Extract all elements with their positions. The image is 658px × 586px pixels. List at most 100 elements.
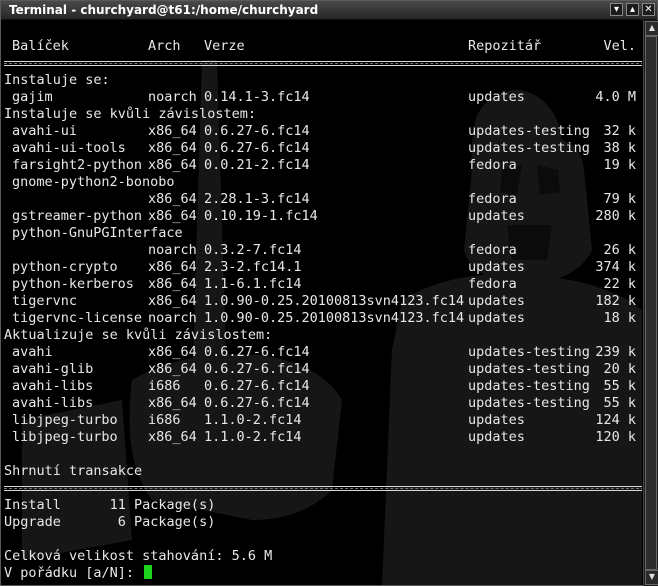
- package-repo: fedora: [468, 276, 517, 292]
- package-arch: x86_64: [148, 191, 197, 207]
- header-arch: Arch: [148, 38, 181, 54]
- scroll-down-button[interactable]: ▼: [645, 570, 658, 585]
- package-arch: x86_64: [148, 429, 197, 445]
- section-updating: Aktualizuje se kvůli závislostem:: [4, 327, 273, 343]
- table-header: Balíček Arch Verze Repozitář Vel.: [4, 38, 636, 55]
- package-size: 22 k: [603, 276, 636, 292]
- package-version: 0.6.27-6.fc14: [204, 123, 310, 139]
- scrollbar[interactable]: ▲ ▼: [643, 20, 658, 586]
- package-repo: fedora: [468, 157, 517, 173]
- package-repo: updates: [468, 293, 525, 309]
- divider: [4, 55, 642, 72]
- package-size: 55 k: [603, 378, 636, 394]
- package-version: 0.6.27-6.fc14: [204, 344, 310, 360]
- package-name: libjpeg-turbo: [12, 429, 118, 445]
- package-size: 4.0 M: [595, 89, 636, 105]
- package-arch: x86_64: [148, 395, 197, 411]
- package-arch: noarch: [148, 310, 197, 326]
- section-deps: Instaluje se kvůli závislostem:: [4, 106, 256, 122]
- package-version: 0.6.27-6.fc14: [204, 395, 310, 411]
- window-controls: ▾ ▴ ✕: [610, 3, 655, 16]
- package-arch: x86_64: [148, 208, 197, 224]
- package-size: 182 k: [595, 293, 636, 309]
- close-button[interactable]: ✕: [642, 3, 655, 16]
- package-arch: noarch: [148, 89, 197, 105]
- maximize-button[interactable]: ▴: [626, 3, 639, 16]
- package-row: avahi-ui x86_64 0.6.27-6.fc14 updates-testi…: [4, 123, 636, 140]
- package-row: noarch 0.3.2-7.fc14 fedora 26 k: [4, 242, 636, 259]
- header-size: Vel.: [603, 38, 636, 54]
- package-name: tigervnc-license: [12, 310, 143, 326]
- header-package: Balíček: [12, 38, 69, 54]
- minimize-button[interactable]: ▾: [610, 3, 623, 16]
- package-size: 19 k: [603, 157, 636, 173]
- package-row: gstreamer-python x86_64 0.10.19-1.fc14 upda…: [4, 208, 636, 225]
- package-row: libjpeg-turbo x86_64 1.1.0-2.fc14 updates 12…: [4, 429, 636, 446]
- package-row: x86_64 2.28.1-3.fc14 fedora 79 k: [4, 191, 636, 208]
- package-name: libjpeg-turbo: [12, 412, 118, 428]
- prompt-text: V pořádku [a/N]:: [4, 565, 143, 581]
- package-size: 79 k: [603, 191, 636, 207]
- package-size: 26 k: [603, 242, 636, 258]
- package-size: 120 k: [595, 429, 636, 445]
- package-row: avahi-glib x86_64 0.6.27-6.fc14 updates-tes…: [4, 361, 636, 378]
- package-size: 38 k: [603, 140, 636, 156]
- package-name: avahi: [12, 344, 53, 360]
- divider: [4, 480, 642, 497]
- text-cursor[interactable]: [144, 565, 153, 579]
- summary-install: Install 11 Package(s): [4, 497, 216, 513]
- package-arch: x86_64: [148, 361, 197, 377]
- package-size: 18 k: [603, 310, 636, 326]
- package-name: avahi-ui: [12, 123, 78, 139]
- package-row: gajim noarch 0.14.1-3.fc14 updates 4.0 M: [4, 89, 636, 106]
- summary-upgrade: Upgrade 6 Package(s): [4, 514, 216, 530]
- title-bar[interactable]: Terminal - churchyard@t61:/home/churchya…: [1, 1, 657, 20]
- package-row: libjpeg-turbo i686 1.1.0-2.fc14 updates 124 …: [4, 412, 636, 429]
- package-name: avahi-glib: [12, 361, 94, 377]
- package-name: farsight2-python: [12, 157, 143, 173]
- package-version: 0.6.27-6.fc14: [204, 361, 310, 377]
- scroll-up-button[interactable]: ▲: [645, 21, 658, 36]
- package-arch: x86_64: [148, 123, 197, 139]
- package-arch: x86_64: [148, 344, 197, 360]
- package-version: 1.1-6.1.fc14: [204, 276, 302, 292]
- confirm-prompt[interactable]: V pořádku [a/N]:: [4, 565, 272, 582]
- package-version: 0.3.2-7.fc14: [204, 242, 302, 258]
- package-version: 1.0.90-0.25.20100813svn4123.fc14: [204, 293, 465, 309]
- package-name: python-kerberos: [12, 276, 134, 292]
- package-size: 32 k: [603, 123, 636, 139]
- package-repo: updates: [468, 89, 525, 105]
- package-repo: fedora: [468, 242, 517, 258]
- package-version: 0.14.1-3.fc14: [204, 89, 310, 105]
- header-version: Verze: [204, 38, 245, 54]
- summary-heading: Shrnutí transakce: [4, 463, 143, 479]
- package-version: 1.1.0-2.fc14: [204, 429, 302, 445]
- package-version: 0.0.21-2.fc14: [204, 157, 310, 173]
- package-name: avahi-ui-tools: [12, 140, 126, 156]
- package-version: 0.10.19-1.fc14: [204, 208, 318, 224]
- package-version: 2.28.1-3.fc14: [204, 191, 310, 207]
- package-size: 124 k: [595, 412, 636, 428]
- package-arch: x86_64: [148, 157, 197, 173]
- package-row: tigervnc x86_64 1.0.90-0.25.20100813svn412…: [4, 293, 636, 310]
- package-arch: x86_64: [148, 293, 197, 309]
- package-arch: noarch: [148, 242, 197, 258]
- package-name: avahi-libs: [12, 395, 94, 411]
- package-row: python-crypto x86_64 2.3-2.fc14.1 updates 37…: [4, 259, 636, 276]
- package-arch: x86_64: [148, 276, 197, 292]
- terminal-output[interactable]: Balíček Arch Verze Repozitář Vel. Instal…: [2, 20, 642, 585]
- package-row: avahi-ui-tools x86_64 0.6.27-6.fc14 updates…: [4, 140, 636, 157]
- package-row: tigervnc-license noarch 1.0.90-0.25.201008…: [4, 310, 636, 327]
- package-row: python-kerberos x86_64 1.1-6.1.fc14 fedora 2…: [4, 276, 636, 293]
- package-arch: x86_64: [148, 140, 197, 156]
- package-size: 374 k: [595, 259, 636, 275]
- package-version: 2.3-2.fc14.1: [204, 259, 302, 275]
- package-version: 1.1.0-2.fc14: [204, 412, 302, 428]
- package-repo: updates: [468, 310, 525, 326]
- package-size: 239 k: [595, 344, 636, 360]
- package-version: 0.6.27-6.fc14: [204, 140, 310, 156]
- package-arch: x86_64: [148, 259, 197, 275]
- scroll-thumb[interactable]: [645, 36, 657, 570]
